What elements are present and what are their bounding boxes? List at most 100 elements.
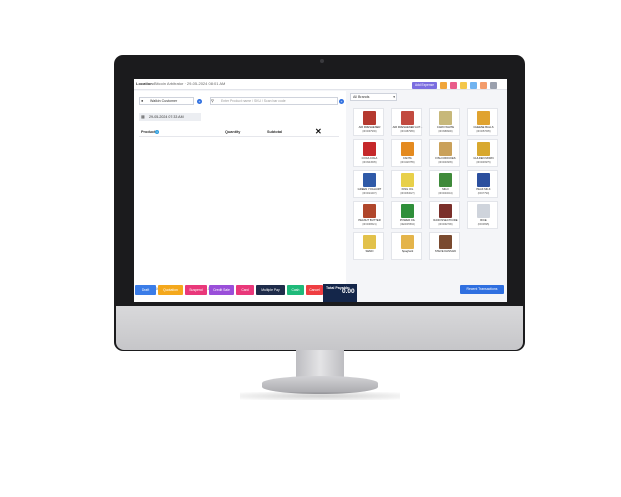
product-sku: (0F0063027) bbox=[400, 192, 415, 195]
product-image bbox=[363, 173, 376, 187]
product-card[interactable]: POWER OIL (0E0005594) bbox=[391, 201, 422, 229]
product-image bbox=[401, 235, 414, 249]
header-subtotal: Subtotal bbox=[267, 130, 283, 134]
clear-cart-icon[interactable]: ✕ bbox=[315, 127, 322, 136]
cart-table-header: Product i Quantity Subtotal ✕ bbox=[139, 127, 339, 137]
product-name: GREEN YOGHURT bbox=[357, 188, 382, 191]
product-name: AIR FRESHENER AUT... bbox=[392, 126, 423, 129]
header-product: Product bbox=[141, 130, 156, 134]
settings-icon[interactable] bbox=[489, 82, 497, 89]
customer-select[interactable]: Walkin Customer bbox=[139, 97, 194, 105]
product-name: AIR FRESHENER bbox=[358, 126, 381, 129]
product-sku: (0F0989900) bbox=[438, 130, 453, 133]
product-card[interactable]: AIR FRESHENER AUT... (0F0487965) bbox=[391, 108, 422, 136]
user-icon: ● bbox=[141, 98, 144, 103]
product-card[interactable]: KING OIL (0F0063027) bbox=[391, 170, 422, 198]
product-card[interactable]: FANTA (0F0429755) bbox=[391, 139, 422, 167]
product-sku: (0F00695) bbox=[477, 223, 490, 226]
calculator-icon[interactable] bbox=[439, 82, 447, 89]
add-customer-button[interactable]: + bbox=[197, 99, 202, 104]
fullscreen-icon[interactable] bbox=[469, 82, 477, 89]
calendar-icon: ▦ bbox=[141, 114, 145, 119]
product-card[interactable]: GREEN YOGHURT (0F0024407) bbox=[353, 170, 384, 198]
product-image bbox=[439, 173, 452, 187]
monitor-chin bbox=[116, 306, 523, 350]
product-card[interactable]: Spaghetti bbox=[391, 232, 422, 260]
recent-transactions-button[interactable]: Recent Transactions bbox=[460, 285, 504, 294]
brand-select[interactable]: All Brands ▾ bbox=[350, 93, 397, 101]
product-name: SEMO bbox=[365, 250, 374, 253]
product-sku: (0F0024407) bbox=[362, 192, 377, 195]
product-image bbox=[477, 173, 490, 187]
credit-sale-button[interactable]: Credit Sale bbox=[209, 285, 234, 295]
product-sku: (0F0092796) bbox=[438, 223, 453, 226]
transaction-date-field[interactable]: 29-05-2024 07:33 AM bbox=[139, 113, 201, 121]
product-name: Spaghetti bbox=[401, 250, 414, 253]
product-sku: (0F0057695) bbox=[476, 130, 491, 133]
product-card[interactable]: CARO WHITE (0F0989900) bbox=[429, 108, 460, 136]
suspend-button[interactable]: Suspend bbox=[185, 285, 207, 295]
product-image bbox=[401, 204, 414, 218]
cancel-button[interactable]: Cancel bbox=[306, 285, 323, 295]
product-sku: (0F0046975) bbox=[476, 161, 491, 164]
product-sku: (0F0429755) bbox=[400, 161, 415, 164]
product-image bbox=[439, 204, 452, 218]
product-sku: (0F0944505) bbox=[362, 161, 377, 164]
product-card[interactable]: COCA COLA (0F0944505) bbox=[353, 139, 384, 167]
product-name: KING OIL bbox=[401, 188, 414, 191]
location-value: Bitcoin Arbitrator · 29-05-2024 08:01 AM bbox=[154, 81, 226, 86]
report-icon[interactable] bbox=[479, 82, 487, 89]
product-card[interactable]: RICE (0F00695) bbox=[467, 201, 498, 229]
product-name: STEVE DANSAKI bbox=[434, 250, 457, 253]
chevron-down-icon: ▾ bbox=[393, 95, 395, 99]
product-card[interactable]: AIR FRESHENER (0F0097936) bbox=[353, 108, 384, 136]
product-image bbox=[439, 111, 452, 125]
product-panel: All Brands ▾ AIR FRESHENER (0F0097936) AIR… bbox=[350, 91, 507, 302]
product-image bbox=[401, 142, 414, 156]
monitor-stand-neck bbox=[296, 350, 344, 378]
product-search-input[interactable]: Enter Product name / SKU / Scan bar code bbox=[210, 97, 338, 105]
product-image bbox=[401, 173, 414, 187]
product-name: PEAK MILK bbox=[476, 188, 491, 191]
cart-icon[interactable] bbox=[449, 82, 457, 89]
product-name: COCA COLA bbox=[361, 157, 378, 160]
product-card[interactable]: PEAK MILK (0F07790) bbox=[467, 170, 498, 198]
product-name: GULDEN MORN bbox=[473, 157, 494, 160]
product-card[interactable]: PEANUT BUTTER (0F0099521) bbox=[353, 201, 384, 229]
product-card[interactable]: GULDEN MORN (0F0046975) bbox=[467, 139, 498, 167]
product-name: PEANUT BUTTER bbox=[358, 219, 381, 222]
product-sku: (0F0040044) bbox=[438, 192, 453, 195]
product-sku: (0F07790) bbox=[477, 192, 490, 195]
multiple-pay-button[interactable]: Multiple Pay bbox=[256, 285, 285, 295]
product-image bbox=[439, 142, 452, 156]
product-image bbox=[477, 204, 490, 218]
product-image bbox=[477, 142, 490, 156]
add-expense-button[interactable]: Add Expense bbox=[412, 82, 437, 89]
product-name: CARO WHITE bbox=[436, 126, 455, 129]
product-name: POWER OIL bbox=[399, 219, 416, 222]
cash-button[interactable]: Cash bbox=[287, 285, 304, 295]
add-product-button[interactable]: + bbox=[339, 99, 344, 104]
product-image bbox=[401, 111, 414, 125]
product-card[interactable]: MILO (0F0040044) bbox=[429, 170, 460, 198]
cart-panel: Walkin Customer ● + Enter Product name /… bbox=[134, 91, 346, 302]
webcam-icon bbox=[320, 59, 324, 63]
bag-icon[interactable] bbox=[459, 82, 467, 89]
product-sku: (0F0097936) bbox=[362, 130, 377, 133]
draft-button[interactable]: Draft bbox=[135, 285, 156, 295]
location-label: Location: bbox=[136, 81, 154, 86]
product-image bbox=[477, 111, 490, 125]
product-image bbox=[363, 204, 376, 218]
quotation-button[interactable]: Quotation bbox=[158, 285, 183, 295]
product-sku: (0F0040935) bbox=[438, 161, 453, 164]
card-button[interactable]: Card bbox=[236, 285, 254, 295]
product-card[interactable]: STEVE DANSAKI bbox=[429, 232, 460, 260]
product-card[interactable]: RAID INSECTICIDE (0F0092796) bbox=[429, 201, 460, 229]
product-name: FANTA bbox=[403, 157, 412, 160]
top-bar: Location: Bitcoin Arbitrator · 29-05-202… bbox=[134, 79, 507, 90]
product-card[interactable]: FISH CROCKES (0F0040935) bbox=[429, 139, 460, 167]
product-card[interactable]: CHEESE BALLS (0F0057695) bbox=[467, 108, 498, 136]
info-icon[interactable]: i bbox=[155, 130, 159, 134]
pos-screen: Location: Bitcoin Arbitrator · 29-05-202… bbox=[134, 79, 507, 302]
product-card[interactable]: SEMO bbox=[353, 232, 384, 260]
